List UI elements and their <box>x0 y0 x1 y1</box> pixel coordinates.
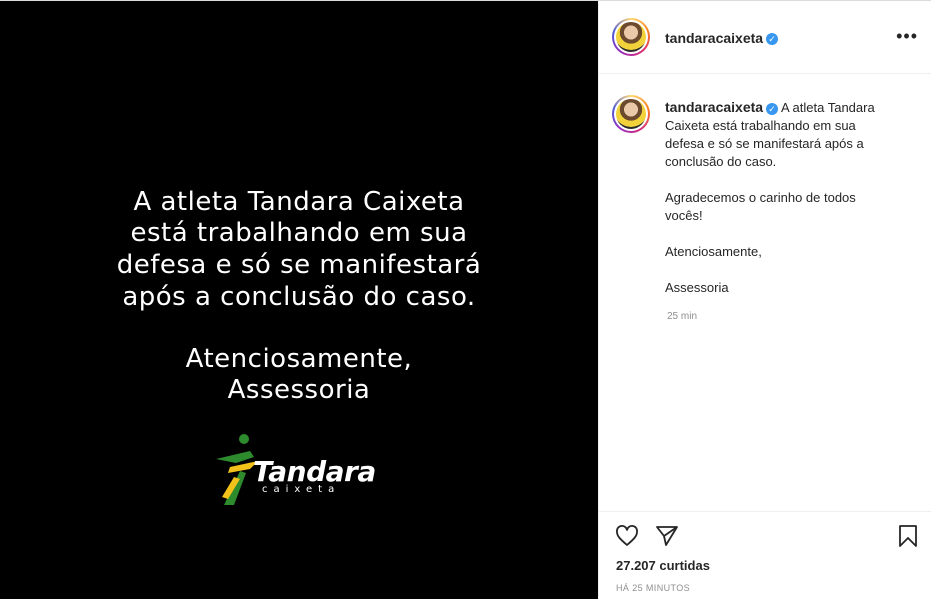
image-text-line: defesa e só se manifestará <box>116 250 482 280</box>
avatar-image <box>616 99 646 129</box>
post-caption: tandaracaixeta ✓ A atleta Tandara Caixeta… <box>665 98 885 297</box>
caption-text: Caixeta está trabalhando em sua <box>665 118 856 133</box>
avatar-image <box>616 22 646 52</box>
post-actions: 27.207 curtidas HÁ 25 MINUTOS <box>599 511 931 599</box>
heart-icon[interactable] <box>615 524 639 548</box>
post-date[interactable]: HÁ 25 MINUTOS <box>616 583 690 593</box>
logo-subtitle: caixeta <box>262 484 341 495</box>
verified-badge-icon: ✓ <box>766 32 779 45</box>
likes-count[interactable]: 27.207 curtidas <box>616 558 710 573</box>
caption-text: A atleta Tandara <box>780 100 875 115</box>
caption-paragraph: Assessoria <box>665 280 729 295</box>
image-text-line: Assessoria <box>227 375 371 405</box>
caption-username[interactable]: tandaracaixeta <box>665 99 763 115</box>
avatar[interactable] <box>612 18 650 56</box>
header-username[interactable]: tandaracaixeta <box>665 30 763 46</box>
post-sidebar: tandaracaixeta ✓ ••• tandaracaixeta ✓ A at… <box>598 1 931 599</box>
caption-avatar[interactable] <box>612 95 650 133</box>
image-text-line: após a conclusão do caso. <box>122 282 476 312</box>
paper-plane-icon[interactable] <box>655 524 679 548</box>
caption-paragraph: Atenciosamente, <box>665 244 762 259</box>
caption-text: defesa e só se manifestará após a <box>665 136 864 151</box>
caption-text: conclusão do caso. <box>665 154 777 169</box>
post-image[interactable]: A atleta Tandara Caixeta está trabalhand… <box>0 1 598 599</box>
more-options-icon[interactable]: ••• <box>896 27 918 45</box>
bookmark-icon[interactable] <box>897 524 919 548</box>
verified-badge-icon: ✓ <box>766 102 779 115</box>
caption-timestamp: 25 min <box>667 311 698 322</box>
post-view: A atleta Tandara Caixeta está trabalhand… <box>0 0 931 599</box>
image-text-line: Atenciosamente, <box>185 344 413 374</box>
caption-paragraph: Agradecemos o carinho de todos vocês! <box>665 190 856 223</box>
image-text-line: está trabalhando em sua <box>130 218 468 248</box>
post-header: tandaracaixeta ✓ ••• <box>599 1 931 74</box>
image-text-line: A atleta Tandara Caixeta <box>133 187 465 217</box>
